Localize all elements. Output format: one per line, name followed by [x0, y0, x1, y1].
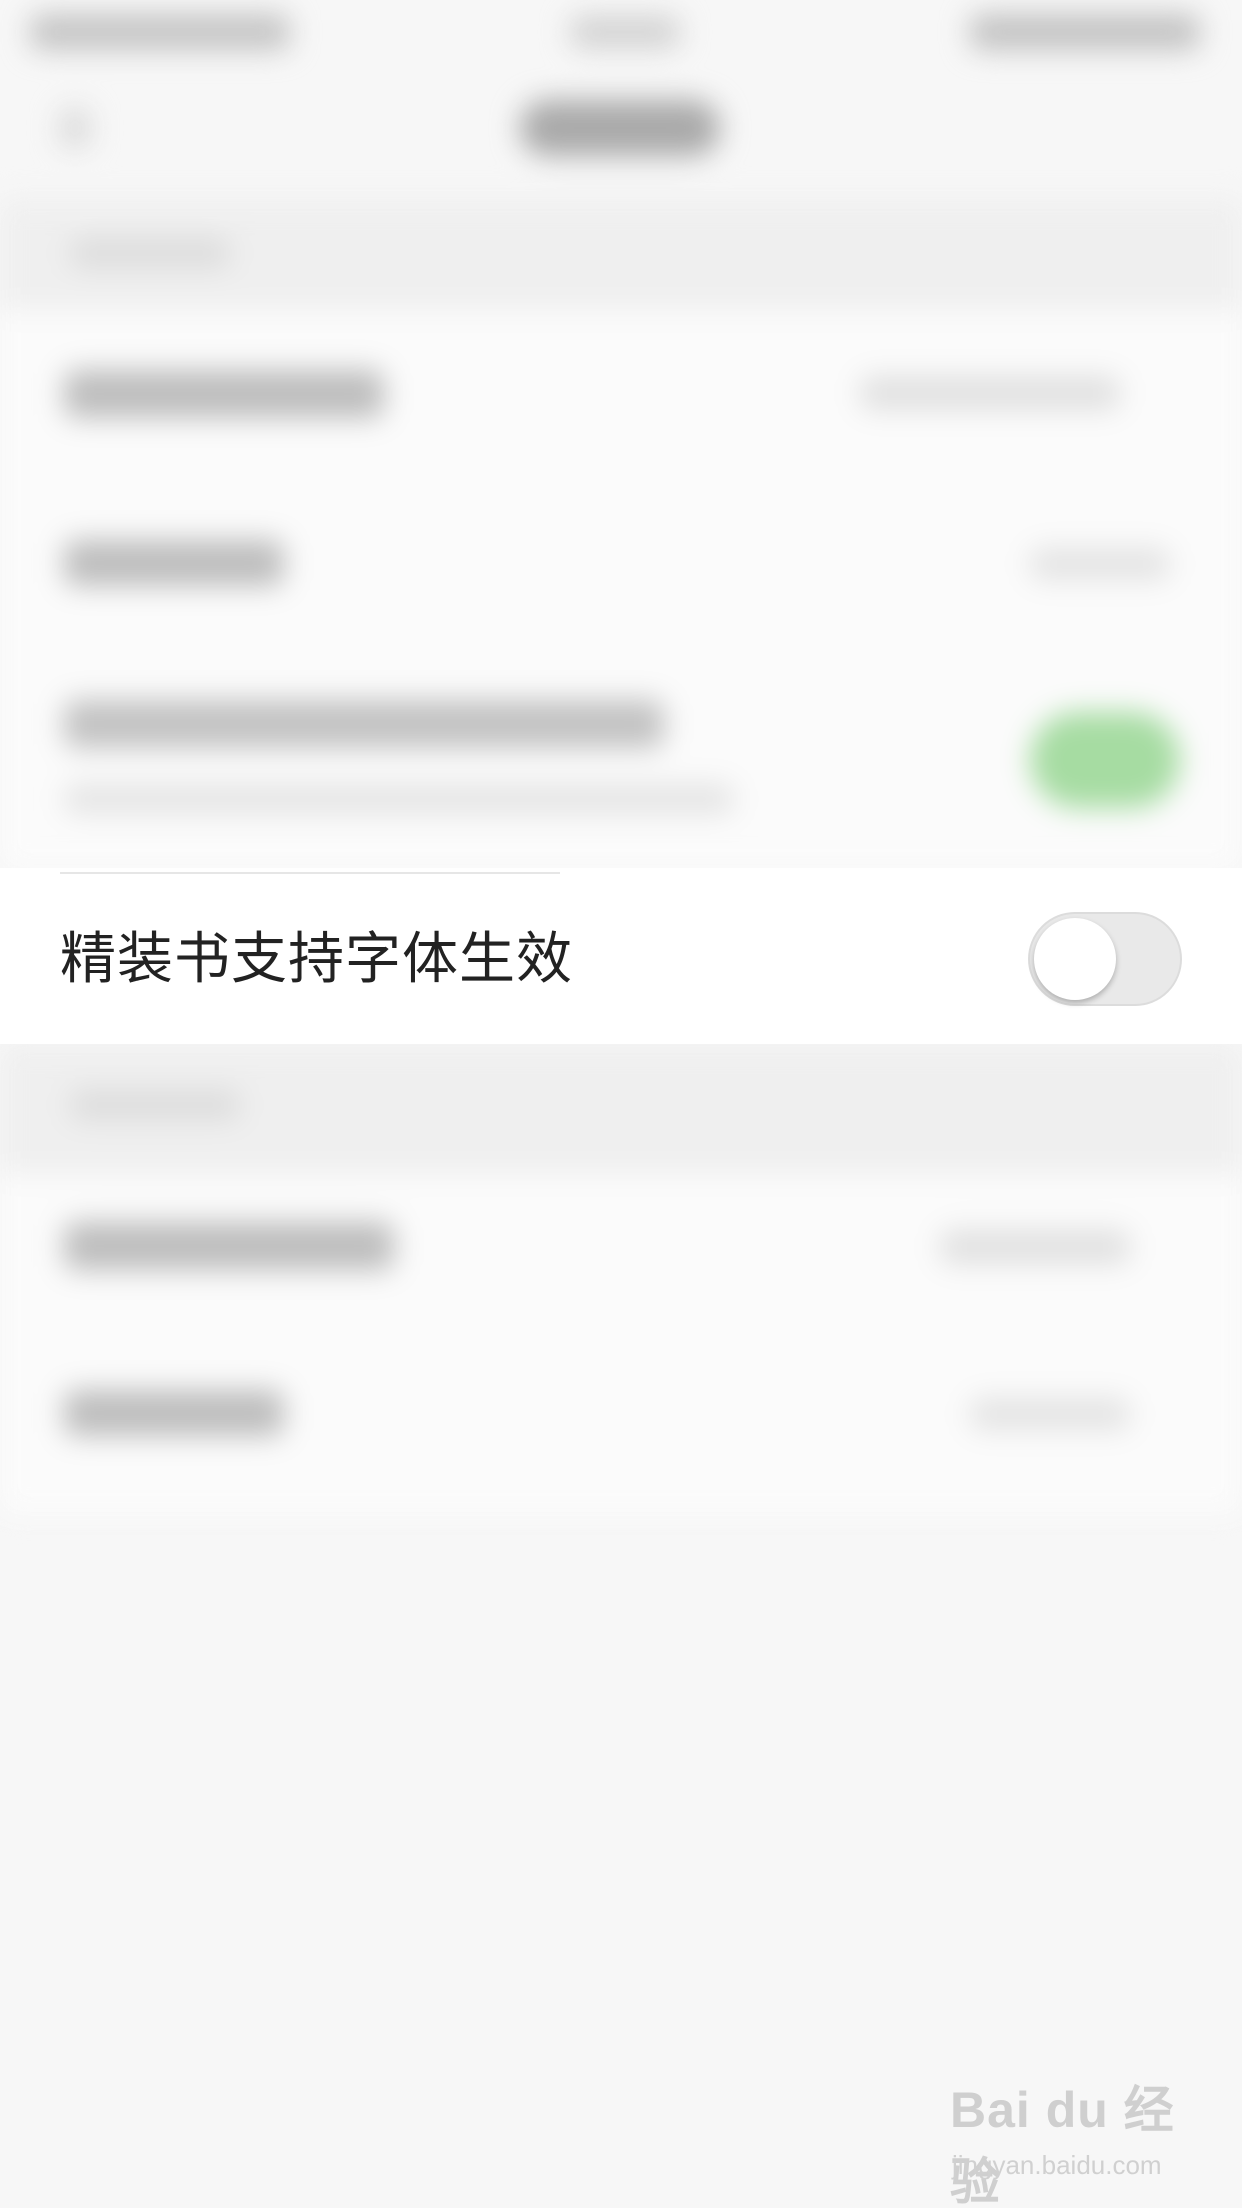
font-effect-toggle[interactable] [1028, 912, 1182, 1006]
row-2-label-blur [64, 540, 284, 586]
row-3-label-blur [64, 700, 664, 748]
nav-title-blur [520, 100, 720, 156]
row-5-value-blur [970, 1398, 1130, 1430]
watermark-logo: Bai du 经验 [950, 2082, 1175, 2208]
row-3-toggle-on-blur [1030, 712, 1180, 808]
status-bar-center-blur [570, 16, 680, 48]
row-5-label-blur [64, 1390, 284, 1436]
section-header-1-blur [70, 238, 230, 268]
settings-screen: 精装书支持字体生效 Bai du 经验 jingyan.baidu.com [0, 0, 1242, 2208]
section-header-2-blur [70, 1090, 240, 1120]
status-bar-left-blur [30, 14, 290, 50]
row-1-label-blur [64, 370, 384, 418]
row-4-label-blur [64, 1222, 394, 1270]
blurred-background [0, 0, 1242, 2208]
row-divider [60, 872, 560, 874]
back-icon-blur [60, 108, 90, 148]
row-1-value-blur [860, 376, 1120, 410]
baidu-jingyan-watermark: Bai du 经验 jingyan.baidu.com [950, 2070, 1210, 2208]
row-4-value-blur [940, 1230, 1130, 1264]
row-2-value-blur [1030, 548, 1170, 580]
watermark-url: jingyan.baidu.com [952, 2150, 1162, 2180]
setting-label: 精装书支持字体生效 [60, 927, 573, 992]
status-bar-right-blur [970, 14, 1200, 50]
toggle-knob [1034, 918, 1116, 1000]
row-3-sublabel-blur [64, 784, 734, 814]
